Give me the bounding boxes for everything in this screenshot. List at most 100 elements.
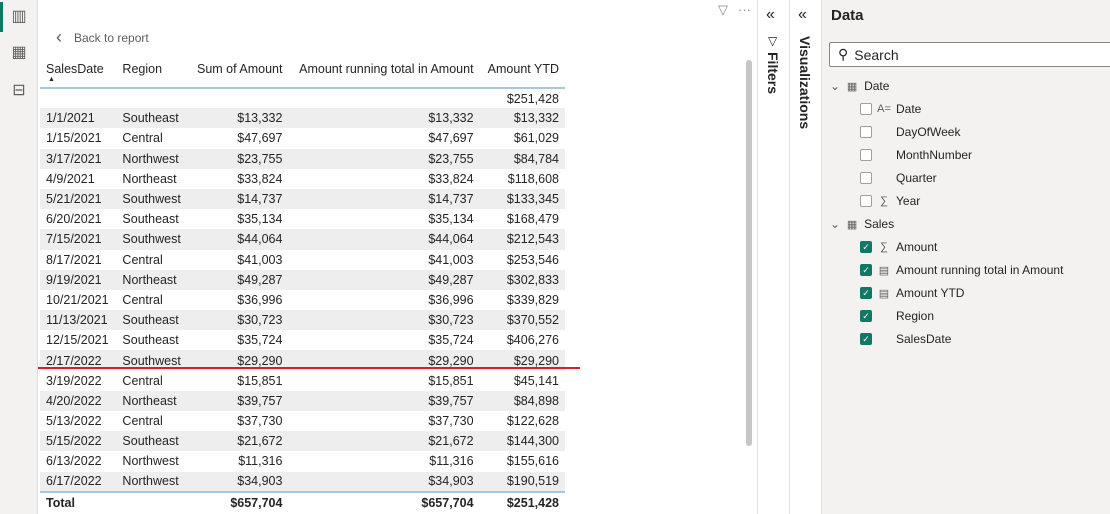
field-checkbox[interactable]: ✓ (860, 287, 872, 299)
table-node-date[interactable]: ⌄ ▦ Date (830, 76, 889, 96)
table-cell: $37,730 (428, 414, 474, 429)
table-node-sales[interactable]: ⌄ ▦ Sales (830, 214, 894, 234)
column-header[interactable]: Sum of Amount (189, 58, 289, 88)
table-cell: $34,903 (428, 474, 474, 489)
calculator-icon: ▤ (878, 287, 890, 300)
field-region[interactable]: ✓ Region (860, 306, 934, 326)
table-cell: $33,824 (237, 171, 283, 186)
data-pane: Data ⚲ Search ⌄ ▦ Date A= Date DayOfWeek Month… (822, 0, 1110, 514)
field-amount-ytd[interactable]: ✓ ▤ Amount YTD (860, 283, 964, 303)
field-checkbox[interactable] (860, 172, 872, 184)
table-cell: $21,672 (237, 434, 283, 449)
filters-pane[interactable]: « ▽ Filters (758, 0, 790, 514)
total-row: Total $657,704 $657,704 $251,428 (40, 490, 565, 514)
table-cell: 3/17/2021 (46, 151, 102, 166)
vertical-scrollbar[interactable] (746, 60, 752, 446)
table-cell: $47,697 (428, 131, 474, 146)
column-header[interactable]: SalesDate ▲ (40, 58, 116, 88)
table-cell: $133,345 (506, 192, 559, 207)
field-checkbox[interactable] (860, 126, 872, 138)
table-cell: $30,723 (428, 313, 474, 328)
filters-label[interactable]: Filters (765, 52, 781, 94)
table-cell: $11,316 (238, 454, 283, 469)
table-cell: Northeast (122, 171, 177, 186)
table-cell: Central (122, 414, 163, 429)
table-cell: $122,628 (506, 414, 559, 429)
table-cell: $14,737 (428, 192, 474, 207)
table-cell: $36,996 (428, 292, 474, 307)
table-cell: $41,003 (237, 252, 283, 267)
view-rail: ▥ ▦ ⊟ (0, 0, 38, 514)
table-cell: $302,833 (506, 272, 559, 287)
field-checkbox[interactable] (860, 103, 872, 115)
sigma-icon: ∑ (880, 241, 888, 253)
field-amount-running-total-in-amount[interactable]: ✓ ▤ Amount running total in Amount (860, 260, 1063, 280)
field-dayofweek[interactable]: DayOfWeek (860, 122, 960, 142)
visualizations-pane[interactable]: « Visualizations (790, 0, 822, 514)
table-view-icon[interactable]: ▦ (10, 44, 28, 62)
field-checkbox[interactable]: ✓ (860, 333, 872, 345)
visualizations-label[interactable]: Visualizations (797, 36, 813, 129)
table-cell: 5/15/2022 (46, 434, 102, 449)
table-row: 10/21/2021 Central $36,996 $36,996 $339,829 (40, 290, 565, 310)
field-checkbox[interactable] (860, 149, 872, 161)
field-name: Year (896, 194, 921, 208)
table-row: 5/15/2022 Southeast $21,672 $21,672 $144,300 (40, 431, 565, 452)
table-cell: Northwest (122, 474, 179, 489)
table-cell: $15,851 (428, 373, 474, 388)
table-cell: $35,134 (428, 212, 474, 227)
field-monthnumber[interactable]: MonthNumber (860, 145, 972, 165)
column-header[interactable]: Amount YTD (480, 58, 565, 88)
chevron-down-icon[interactable]: ⌄ (830, 79, 840, 93)
table-cell: Central (122, 131, 163, 146)
table-icon: ▦ (846, 218, 858, 231)
back-to-report-button[interactable]: ‹ Back to report (56, 27, 149, 48)
column-header[interactable]: Region (116, 58, 188, 88)
table-cell: $13,332 (428, 111, 474, 126)
table-cell: $144,300 (506, 434, 559, 449)
field-checkbox[interactable] (860, 195, 872, 207)
table-row: 8/17/2021 Central $41,003 $41,003 $253,546 (40, 250, 565, 270)
field-checkbox[interactable]: ✓ (860, 310, 872, 322)
table-cell (40, 88, 116, 108)
table-cell: $61,029 (513, 131, 559, 146)
table-row: 1/15/2021 Central $47,697 $47,697 $61,029 (40, 128, 565, 148)
chevron-down-icon[interactable]: ⌄ (830, 217, 840, 231)
table-cell (189, 88, 289, 108)
field-name: MonthNumber (896, 148, 973, 162)
collapse-filters-icon[interactable]: « (766, 6, 775, 24)
table-cell: 12/15/2021 (46, 333, 109, 348)
table-cell: $251,428 (506, 91, 559, 106)
table-row: 3/19/2022 Central $15,851 $15,851 $45,141 (40, 371, 565, 391)
field-checkbox[interactable]: ✓ (860, 241, 872, 253)
field-name: Region (896, 309, 935, 323)
field-salesdate[interactable]: ✓ SalesDate (860, 329, 951, 349)
column-header[interactable]: Amount running total in Amount (288, 58, 479, 88)
report-view-icon[interactable]: ▥ (10, 8, 28, 26)
search-input[interactable]: ⚲ Search (829, 42, 1110, 67)
table-cell: $168,479 (506, 212, 559, 227)
filter-icon[interactable]: ▽ (718, 2, 728, 18)
field-date[interactable]: A= Date (860, 99, 921, 119)
table-cell: Southeast (122, 434, 179, 449)
table-cell: Northeast (122, 272, 177, 287)
collapse-visualizations-icon[interactable]: « (798, 6, 807, 24)
table-cell: $11,316 (429, 454, 474, 469)
table-cell: $15,851 (237, 373, 283, 388)
table-cell: Northwest (122, 151, 179, 166)
field-checkbox[interactable]: ✓ (860, 264, 872, 276)
table-cell: $39,757 (428, 393, 474, 408)
field-name: Amount YTD (896, 286, 965, 300)
field-amount[interactable]: ✓ ∑ Amount (860, 237, 937, 257)
total-cell: $657,704 (188, 490, 289, 514)
table-row: 5/21/2021 Southwest $14,737 $14,737 $133,345 (40, 188, 565, 210)
more-options-icon[interactable]: ··· (738, 2, 751, 18)
table-cell: $155,616 (506, 454, 559, 469)
table-cell: Central (122, 292, 163, 307)
field-year[interactable]: ∑ Year (860, 191, 920, 211)
model-view-icon[interactable]: ⊟ (10, 82, 28, 100)
field-quarter[interactable]: Quarter (860, 168, 937, 188)
table-cell: $118,608 (507, 171, 559, 186)
table-cell: $406,276 (506, 333, 559, 348)
table-cell: Southeast (122, 212, 179, 227)
